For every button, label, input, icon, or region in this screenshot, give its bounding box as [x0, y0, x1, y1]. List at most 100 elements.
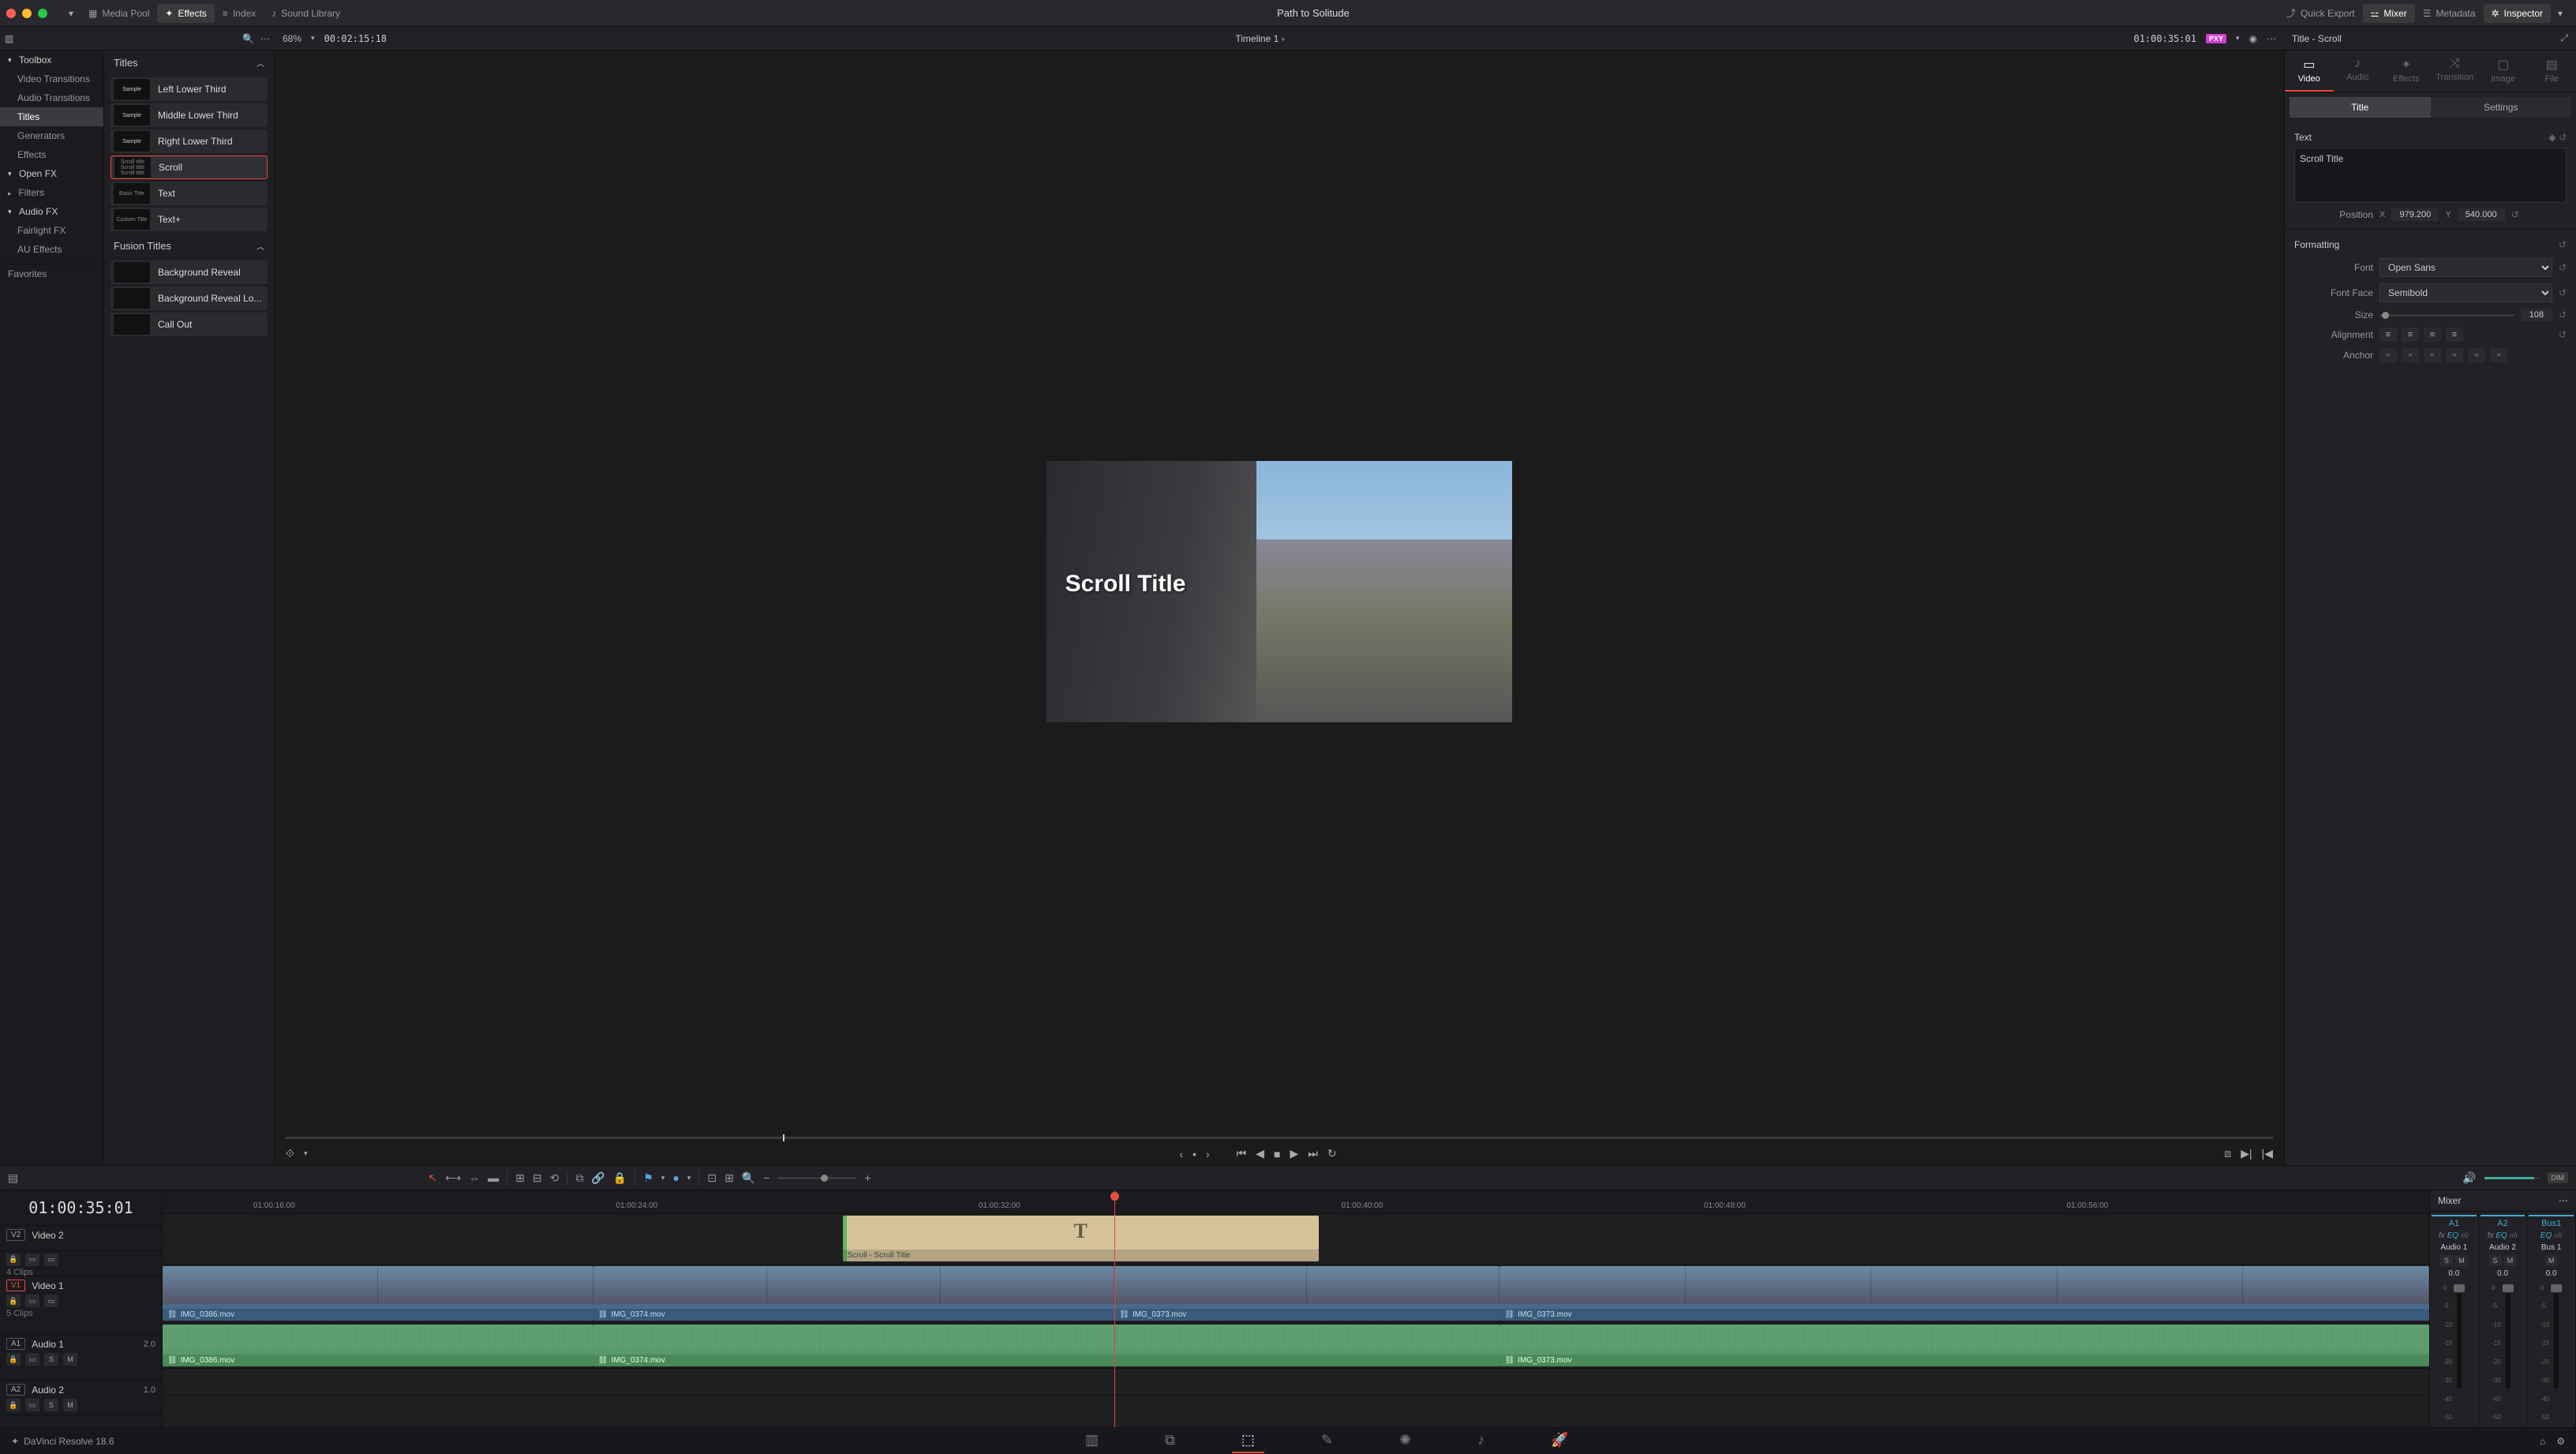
title-text[interactable]: Basic TitleText — [110, 182, 268, 205]
speaker-icon[interactable]: 🔊 — [2462, 1171, 2476, 1185]
anchor-ml-icon[interactable]: ▫ — [2446, 348, 2463, 362]
tree-filters[interactable]: ▸ Filters — [0, 183, 103, 202]
align-justify-icon[interactable]: ≡ — [2446, 328, 2463, 342]
auto-select-icon[interactable]: ▭ — [25, 1295, 39, 1307]
collapse-icon[interactable]: ︿ — [256, 240, 264, 252]
marker-chevron-icon[interactable]: ▾ — [687, 1174, 691, 1182]
inspector-tab-image[interactable]: ▢Image — [2479, 51, 2528, 92]
size-slider[interactable] — [2379, 314, 2514, 317]
settings-icon[interactable]: ⚙ — [2556, 1436, 2565, 1447]
reset-icon[interactable]: ↺ — [2559, 309, 2567, 320]
audio-clip[interactable]: ⛓IMG_0374.mov — [593, 1325, 1500, 1366]
reset-icon[interactable]: ↺ — [2559, 132, 2567, 143]
home-icon[interactable]: ⌂ — [2540, 1436, 2545, 1447]
timeline-chevron-icon[interactable]: ▾ — [1282, 36, 1286, 43]
position-y-input[interactable] — [2458, 208, 2505, 221]
close-window[interactable] — [6, 9, 16, 18]
flag-icon[interactable]: ⚑ — [643, 1171, 653, 1185]
auto-select-icon[interactable]: ▭ — [25, 1399, 39, 1411]
crop-icon[interactable]: ⟐ — [286, 1147, 294, 1160]
inspector-toggle[interactable]: ✲ Inspector — [2484, 4, 2551, 23]
anchor-tl-icon[interactable]: ▫ — [2379, 348, 2397, 362]
solo-icon[interactable]: S — [44, 1399, 58, 1411]
dynamic-trim-icon[interactable]: ⇔ — [469, 1171, 480, 1184]
track-a2[interactable] — [163, 1369, 2429, 1396]
link-icon[interactable]: 🔗 — [591, 1171, 605, 1185]
effects-toggle[interactable]: ✦ Effects — [157, 4, 215, 23]
track-header-v2[interactable]: V2Video 2 — [0, 1226, 162, 1251]
title-text-plus[interactable]: Custom TitleText+ — [110, 208, 268, 231]
lock-icon[interactable]: 🔒 — [6, 1295, 21, 1307]
selection-tool-icon[interactable]: ↖ — [428, 1171, 437, 1185]
track-icon[interactable]: ▭ — [44, 1295, 58, 1307]
collapse-icon[interactable]: ︿ — [256, 57, 264, 69]
auto-select-icon[interactable]: ▭ — [25, 1254, 39, 1266]
sound-library-toggle[interactable]: ♪ Sound Library — [264, 4, 348, 23]
inspector-tab-effects[interactable]: ✦Effects — [2382, 51, 2431, 92]
mute-button[interactable]: M — [2545, 1255, 2558, 1266]
workspace-dropdown-right[interactable]: ▾ — [2551, 8, 2570, 19]
page-edit-icon[interactable]: ⬚ — [1232, 1429, 1264, 1453]
mute-icon[interactable]: M — [63, 1353, 77, 1366]
timeline-name[interactable]: Timeline 1 — [1235, 33, 1279, 44]
tree-video-transitions[interactable]: Video Transitions — [0, 69, 103, 88]
video-clip[interactable]: ⛓IMG_0374.mov — [593, 1266, 1115, 1321]
title-left-lower-third[interactable]: SampleLeft Lower Third — [110, 77, 268, 101]
timeline-view-icon[interactable]: ▤ — [8, 1171, 18, 1185]
track-header-a1[interactable]: A1Audio 12.0 🔒▭SM — [0, 1335, 162, 1381]
page-cut-icon[interactable]: ⧉ — [1155, 1429, 1185, 1453]
lock-icon[interactable]: 🔒 — [6, 1353, 21, 1366]
fader[interactable]: 0-5-10-15-20-30-40-50 — [2481, 1281, 2525, 1424]
anchor-tr-icon[interactable]: ▫ — [2424, 348, 2441, 362]
tree-generators[interactable]: Generators — [0, 126, 103, 145]
next-edit-icon[interactable]: › — [1206, 1148, 1210, 1160]
title-scroll[interactable]: Scroll titleScroll titleScroll titleScro… — [110, 156, 268, 179]
track-header-v1[interactable]: V1Video 1 🔒▭▭ 5 Clips — [0, 1276, 162, 1335]
tree-toolbox[interactable]: ▾Toolbox — [0, 51, 103, 69]
mute-icon[interactable]: M — [63, 1399, 77, 1411]
timeline-tracks[interactable]: 01:00:16:00 01:00:24:00 01:00:32:00 01:0… — [163, 1190, 2429, 1427]
index-toggle[interactable]: ≡ Index — [215, 4, 264, 23]
solo-icon[interactable]: S — [44, 1353, 58, 1366]
title-call-out[interactable]: Call Out — [110, 313, 268, 336]
video-clip[interactable]: ⛓IMG_0373.mov — [1114, 1266, 1500, 1321]
stop-icon[interactable]: ■ — [1274, 1148, 1280, 1160]
inspector-tab-transition[interactable]: ⤨Transition — [2431, 51, 2480, 92]
font-select[interactable]: Open Sans — [2379, 258, 2552, 277]
viewer-options-icon[interactable]: ⋯ — [2267, 33, 2276, 44]
media-pool-toggle[interactable]: ▦ Media Pool — [80, 4, 157, 23]
lock-icon[interactable]: 🔒 — [6, 1399, 21, 1411]
track-header-a2[interactable]: A2Audio 21.0 🔒▭SM — [0, 1381, 162, 1415]
track-a1[interactable]: ⛓IMG_0386.mov ⛓IMG_0374.mov ⛓IMG_0373.mo… — [163, 1323, 2429, 1369]
video-clip[interactable]: ⛓IMG_0373.mov — [1500, 1266, 2429, 1321]
snap-icon[interactable]: ⧉ — [575, 1171, 583, 1185]
fader[interactable]: 0-5-10-15-20-30-40-50 — [2529, 1281, 2574, 1424]
position-x-input[interactable] — [2391, 208, 2439, 221]
blade-tool-icon[interactable]: ▬ — [488, 1171, 499, 1184]
play-reverse-icon[interactable]: ◀ — [1256, 1147, 1264, 1160]
mute-button[interactable]: M — [2504, 1255, 2517, 1266]
tree-openfx[interactable]: ▾Open FX — [0, 164, 103, 183]
reset-icon[interactable]: ↺ — [2511, 209, 2519, 220]
prev-edit-icon[interactable]: ‹ — [1179, 1148, 1183, 1160]
zoom-out-icon[interactable]: − — [763, 1171, 769, 1184]
match-frame-icon[interactable]: ⧈ — [2224, 1147, 2231, 1160]
text-section-header[interactable]: Text ◆ ↺ — [2294, 127, 2567, 148]
zoom-slider[interactable] — [777, 1177, 856, 1179]
title-text-input[interactable] — [2294, 148, 2567, 203]
auto-select-icon[interactable]: ▭ — [25, 1353, 39, 1366]
crop-chevron-icon[interactable]: ▾ — [304, 1149, 308, 1158]
reset-icon[interactable]: ↺ — [2559, 329, 2567, 340]
proxy-badge[interactable]: PXY — [2206, 34, 2226, 43]
inspector-expand-icon[interactable]: ⤢ — [2560, 32, 2568, 44]
align-right-icon[interactable]: ≡ — [2424, 328, 2441, 342]
zoom-in-icon[interactable]: + — [864, 1171, 871, 1184]
viewer-canvas[interactable]: Scroll Title — [275, 51, 2284, 1133]
bypass-icon[interactable]: ◉ — [2249, 33, 2257, 44]
video-clip[interactable]: ⛓IMG_0386.mov — [163, 1266, 593, 1321]
align-center-icon[interactable]: ≡ — [2402, 328, 2419, 342]
zoom-custom-icon[interactable]: 🔍 — [742, 1171, 755, 1185]
marker-nav-icon[interactable]: • — [1193, 1148, 1196, 1160]
font-face-select[interactable]: Semibold — [2379, 283, 2552, 302]
mixer-toggle[interactable]: ⚍ Mixer — [2363, 4, 2415, 23]
